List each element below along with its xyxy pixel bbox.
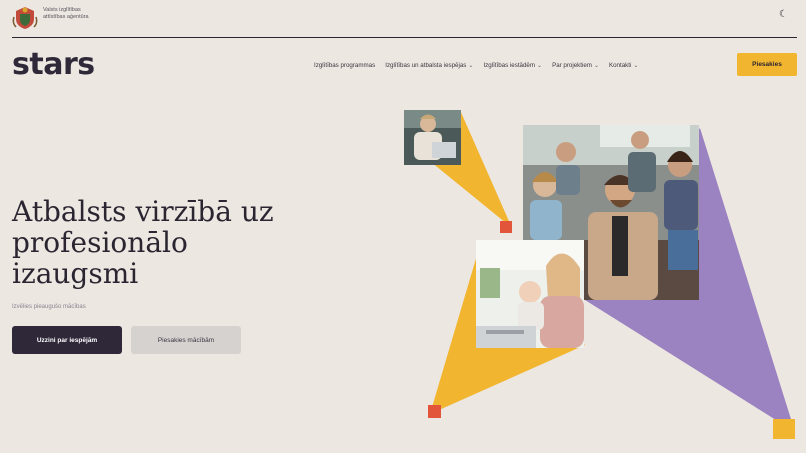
red-square-bottom bbox=[428, 405, 441, 418]
photo-mother-child bbox=[476, 240, 584, 348]
hero-illustration bbox=[404, 110, 795, 439]
photo-woman-laptop bbox=[404, 110, 461, 165]
red-square-top bbox=[500, 221, 512, 233]
yellow-square-corner bbox=[773, 419, 795, 439]
